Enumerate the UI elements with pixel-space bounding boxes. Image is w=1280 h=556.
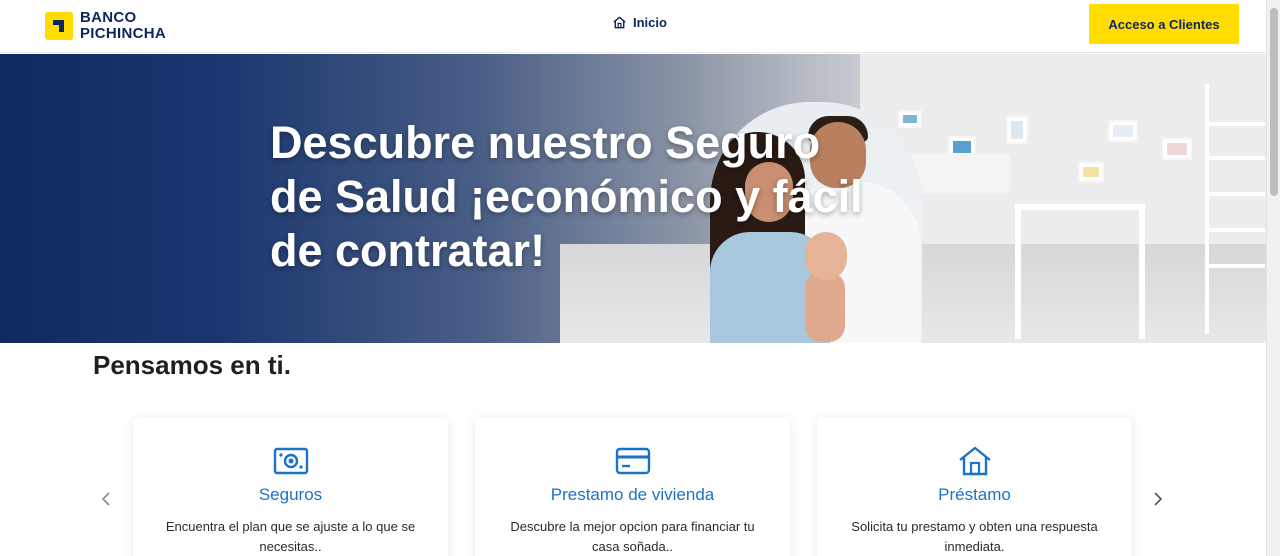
hero-banner[interactable]: Descubre nuestro Seguro de Salud ¡económ… (0, 54, 1266, 343)
wall-picture (1108, 120, 1138, 142)
desk (1015, 204, 1145, 339)
shelf-board (1209, 122, 1265, 126)
shelf-board (1209, 156, 1265, 160)
chevron-right-icon (1154, 492, 1163, 506)
section-title: Pensamos en ti. (93, 350, 291, 380)
card-title[interactable]: Prestamo de vivienda (475, 485, 790, 505)
wall-picture (1006, 116, 1028, 144)
scrollbar-thumb[interactable] (1270, 8, 1278, 196)
client-access-button[interactable]: Acceso a Clientes (1089, 4, 1239, 44)
card-description: Solicita tu prestamo y obten una respues… (851, 519, 1098, 554)
card-prestamo-vivienda[interactable]: Prestamo de vivienda Descubre la mejor o… (475, 417, 790, 556)
nav-home-link[interactable]: Inicio (612, 15, 667, 30)
shelf-board (1209, 264, 1265, 268)
card-description: Encuentra el plan que se ajuste a lo que… (165, 519, 416, 554)
hero-title: Descubre nuestro Seguro de Salud ¡económ… (270, 117, 863, 276)
card-seguros[interactable]: Seguros Encuentra el plan que se ajuste … (133, 417, 448, 556)
vertical-scrollbar[interactable] (1266, 0, 1280, 556)
card-title[interactable]: Seguros (133, 485, 448, 505)
nav-home-label: Inicio (633, 15, 667, 30)
wall-picture (1162, 138, 1192, 160)
home-icon (613, 16, 626, 29)
logo-text: BANCO PICHINCHA (80, 10, 166, 42)
card-prestamo[interactable]: Préstamo Solicita tu prestamo y obten un… (817, 417, 1132, 556)
card-title[interactable]: Préstamo (817, 485, 1132, 505)
page: BANCO PICHINCHA Inicio Acceso a Clientes (0, 0, 1280, 556)
logo-line-2: PICHINCHA (80, 25, 167, 42)
chevron-left-icon (101, 492, 110, 506)
site-header: BANCO PICHINCHA Inicio Acceso a Clientes (0, 0, 1266, 53)
shelf-board (1209, 228, 1265, 232)
wall-picture (1078, 162, 1104, 182)
carousel-next-button[interactable] (1148, 488, 1168, 510)
shelf-board (1209, 192, 1265, 196)
bookshelf (1205, 84, 1265, 334)
money-bill-icon (273, 447, 308, 475)
house-icon (958, 446, 991, 476)
bank-logo[interactable]: BANCO PICHINCHA (26, 4, 194, 49)
credit-card-icon (615, 447, 650, 475)
logo-line-1: BANCO (80, 9, 137, 26)
wall-picture (898, 110, 922, 128)
carousel-prev-button[interactable] (96, 488, 116, 510)
logo-mark-icon (45, 12, 73, 40)
card-description: Descubre la mejor opcion para financiar … (510, 519, 755, 554)
baby-body (805, 272, 845, 342)
